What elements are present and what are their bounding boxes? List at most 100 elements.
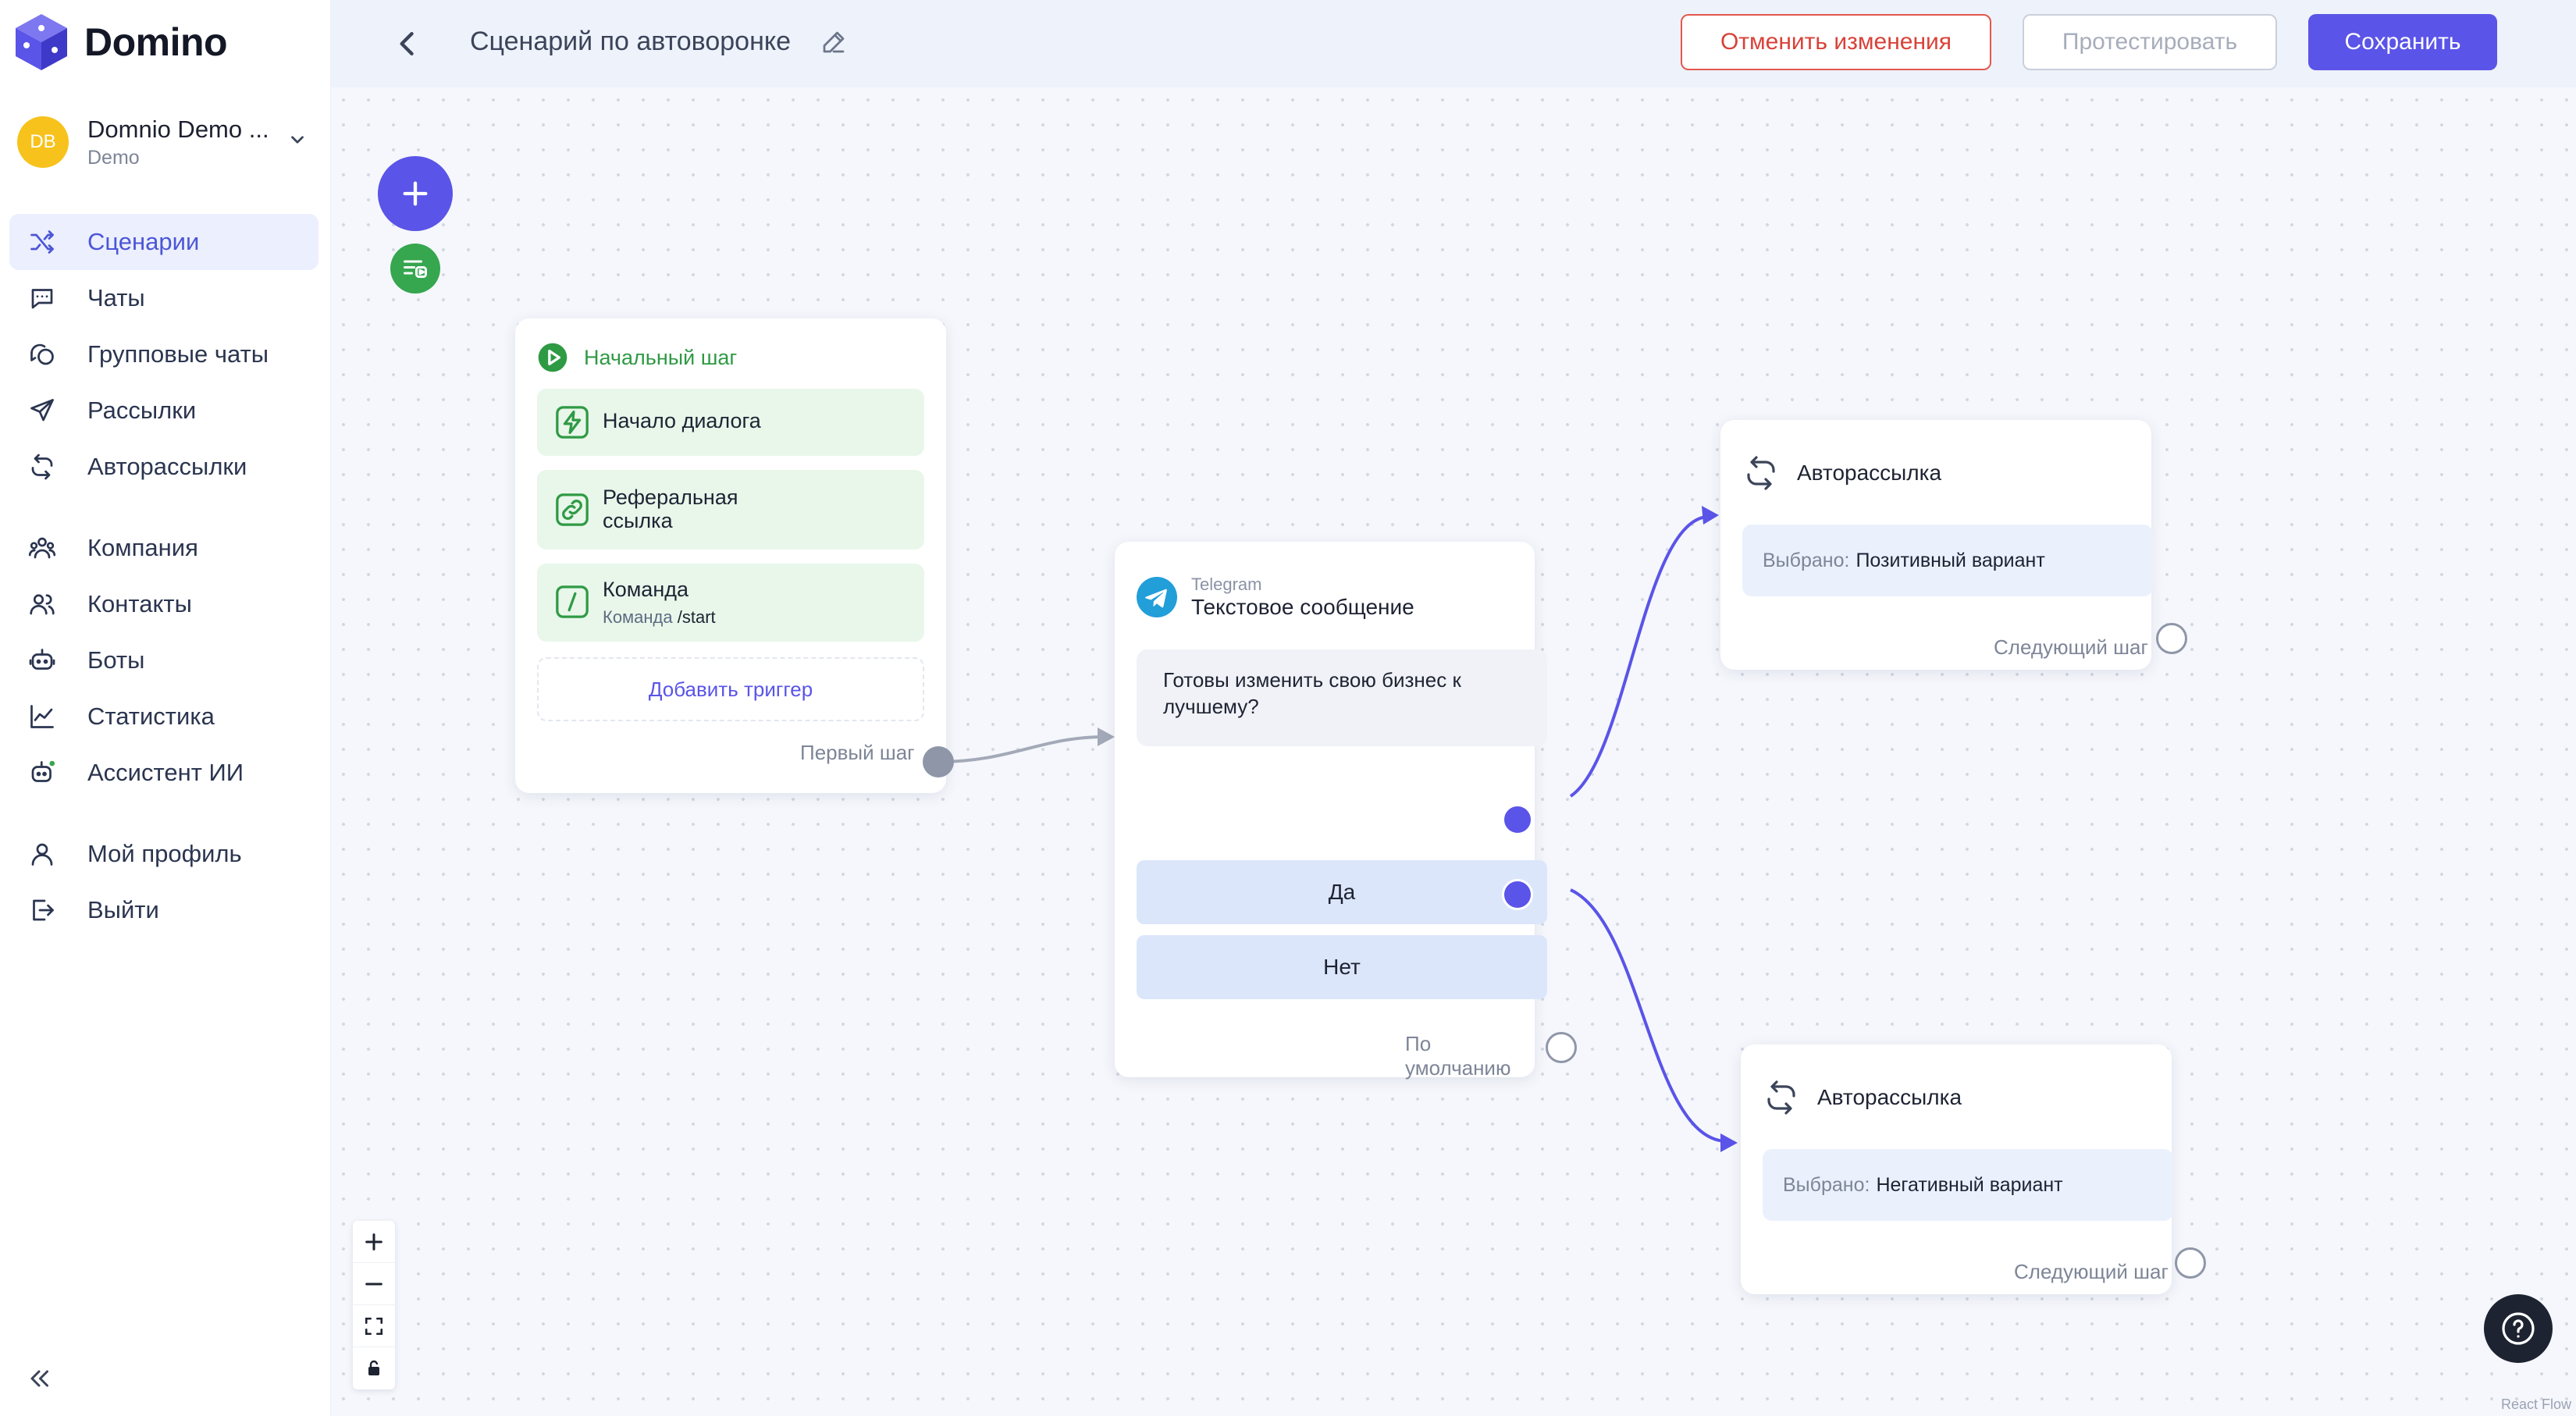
no-output-handle[interactable] xyxy=(1502,879,1533,910)
stats-icon xyxy=(30,705,54,728)
auto-mailing-selection[interactable]: Выбрано: Позитивный вариант xyxy=(1742,525,2153,596)
telegram-icon xyxy=(1137,577,1177,617)
logout-icon xyxy=(33,899,54,921)
company-icon xyxy=(28,537,56,559)
auto-send-icon xyxy=(1747,456,1775,490)
sidebar-item-logout[interactable]: Выйти xyxy=(9,882,318,938)
sidebar-item-auto-mailings[interactable]: Авторассылки xyxy=(9,439,318,495)
ai-assistant-icon xyxy=(31,760,55,782)
app-logo[interactable]: Domino xyxy=(14,12,228,72)
trigger-dialog-start[interactable]: Начало диалога xyxy=(537,389,924,456)
react-flow-attribution[interactable]: React Flow xyxy=(2501,1396,2571,1413)
reply-button-no[interactable]: Нет xyxy=(1137,935,1547,999)
auto-mailing-title: Авторассылка xyxy=(1797,461,1942,485)
add-trigger-button[interactable]: Добавить триггер xyxy=(537,657,924,721)
start-node[interactable]: Начальный шаг Начало диалога Реферальная… xyxy=(515,318,946,793)
page-title: Сценарий по автоворонке xyxy=(470,27,792,56)
selected-value: Негативный вариант xyxy=(1876,1173,2063,1196)
lightning-icon xyxy=(556,406,589,439)
edge-yes-to-positive xyxy=(1569,515,1707,798)
zoom-in-button[interactable] xyxy=(353,1221,395,1263)
lock-icon xyxy=(368,1360,379,1375)
auto-mailing-selection[interactable]: Выбрано: Негативный вариант xyxy=(1763,1149,2173,1221)
collapse-sidebar-icon[interactable] xyxy=(25,1364,53,1393)
flow-canvas[interactable]: Начальный шаг Начало диалога Реферальная… xyxy=(331,87,2576,1416)
auto-mailing-title: Авторассылка xyxy=(1817,1085,1962,1109)
message-node[interactable]: Telegram Текстовое сообщение Готовы изме… xyxy=(1115,542,1547,1080)
sidebar-item-label: Ассистент ИИ xyxy=(87,759,244,786)
account-subtitle: Demo xyxy=(87,146,140,169)
save-button[interactable]: Сохранить xyxy=(2308,14,2497,70)
fit-view-icon xyxy=(365,1317,383,1335)
account-switcher[interactable]: DB Domnio Demo ... Demo xyxy=(17,114,317,170)
auto-mailing-header: Авторассылка xyxy=(1763,1079,1962,1116)
sidebar-item-ai-assistant[interactable]: Ассистент ИИ xyxy=(9,745,318,801)
domino-logo-icon xyxy=(16,14,67,70)
sidebar-item-label: Сценарии xyxy=(87,228,200,255)
positive-next-handle[interactable] xyxy=(2156,623,2187,654)
message-channel: Telegram xyxy=(1191,575,1262,594)
sidebar-item-bots[interactable]: Боты xyxy=(9,632,318,688)
pencil-icon[interactable] xyxy=(820,28,848,56)
zoom-controls xyxy=(353,1221,395,1389)
avatar: DB xyxy=(17,116,69,168)
edge-start-to-message xyxy=(938,735,1105,763)
sidebar-item-label: Боты xyxy=(87,646,145,674)
selected-value: Позитивный вариант xyxy=(1856,549,2045,571)
back-arrow-icon[interactable] xyxy=(390,27,425,61)
sidebar-item-label: Чаты xyxy=(87,284,145,311)
trigger-label: Начало диалога xyxy=(603,409,761,432)
list-play-icon xyxy=(404,260,427,278)
sidebar-item-scenarios[interactable]: Сценарии xyxy=(9,214,318,270)
group-chat-icon xyxy=(30,343,54,365)
minus-icon xyxy=(365,1282,382,1286)
sidebar-item-group-chats[interactable]: Групповые чаты xyxy=(9,326,318,382)
sidebar-item-label: Выйти xyxy=(87,896,159,923)
selected-label: Выбрано: xyxy=(1763,549,1850,571)
test-button[interactable]: Протестировать xyxy=(2023,14,2277,70)
command-prefix: Команда xyxy=(603,607,673,627)
sidebar-item-label: Мой профиль xyxy=(87,840,242,867)
auto-mailing-header: Авторассылка xyxy=(1742,454,1941,492)
templates-button[interactable] xyxy=(390,244,440,294)
sidebar-item-profile[interactable]: Мой профиль xyxy=(9,826,318,882)
edge-arrowhead xyxy=(1702,506,1719,525)
app-name: Domino xyxy=(84,20,228,64)
lock-view-button[interactable] xyxy=(353,1347,395,1389)
start-output-handle[interactable] xyxy=(923,746,954,777)
negative-next-handle[interactable] xyxy=(2175,1247,2206,1279)
reply-button-yes[interactable]: Да xyxy=(1137,860,1547,924)
add-node-button[interactable] xyxy=(378,156,453,231)
yes-output-handle[interactable] xyxy=(1502,804,1533,835)
sidebar-item-chats[interactable]: Чаты xyxy=(9,270,318,326)
selected-label: Выбрано: xyxy=(1783,1173,1870,1196)
message-type: Текстовое сообщение xyxy=(1191,595,1414,619)
first-step-label: Первый шаг xyxy=(800,741,915,764)
sidebar-item-company[interactable]: Компания xyxy=(9,520,318,576)
top-bar: Сценарий по автоворонке Отменить изменен… xyxy=(331,0,2576,87)
sidebar: Domino DB Domnio Demo ... Demo Сценарии … xyxy=(0,0,331,1416)
plus-icon xyxy=(403,181,428,206)
sidebar-item-label: Статистика xyxy=(87,703,215,730)
sidebar-item-mailings[interactable]: Рассылки xyxy=(9,382,318,439)
sidebar-item-label: Контакты xyxy=(87,590,192,617)
help-button[interactable] xyxy=(2484,1294,2553,1363)
contacts-icon xyxy=(30,594,55,615)
auto-send-icon xyxy=(1767,1080,1795,1115)
message-text[interactable]: Готовы изменить свою бизнес к лучшему? xyxy=(1137,649,1547,746)
edge-arrowhead xyxy=(1098,728,1115,746)
edge-no-to-negative xyxy=(1570,888,1726,1143)
auto-mailing-node-negative[interactable]: Авторассылка Выбрано: Негативный вариант… xyxy=(1741,1044,2173,1294)
next-step-label: Следующий шаг xyxy=(2014,1260,2169,1283)
fit-view-button[interactable] xyxy=(353,1305,395,1347)
sidebar-item-contacts[interactable]: Контакты xyxy=(9,576,318,632)
trigger-command[interactable]: Команда Команда /start xyxy=(537,564,924,642)
zoom-out-button[interactable] xyxy=(353,1263,395,1305)
trigger-referral-link[interactable]: Реферальная ссылка xyxy=(537,470,924,550)
cancel-changes-button[interactable]: Отменить изменения xyxy=(1681,14,1991,70)
default-output-handle[interactable] xyxy=(1546,1032,1577,1063)
command-value: /start xyxy=(677,607,716,627)
next-step-label: Следующий шаг xyxy=(1994,635,2148,659)
auto-mailing-node-positive[interactable]: Авторассылка Выбрано: Позитивный вариант… xyxy=(1720,420,2153,670)
sidebar-item-statistics[interactable]: Статистика xyxy=(9,688,318,745)
